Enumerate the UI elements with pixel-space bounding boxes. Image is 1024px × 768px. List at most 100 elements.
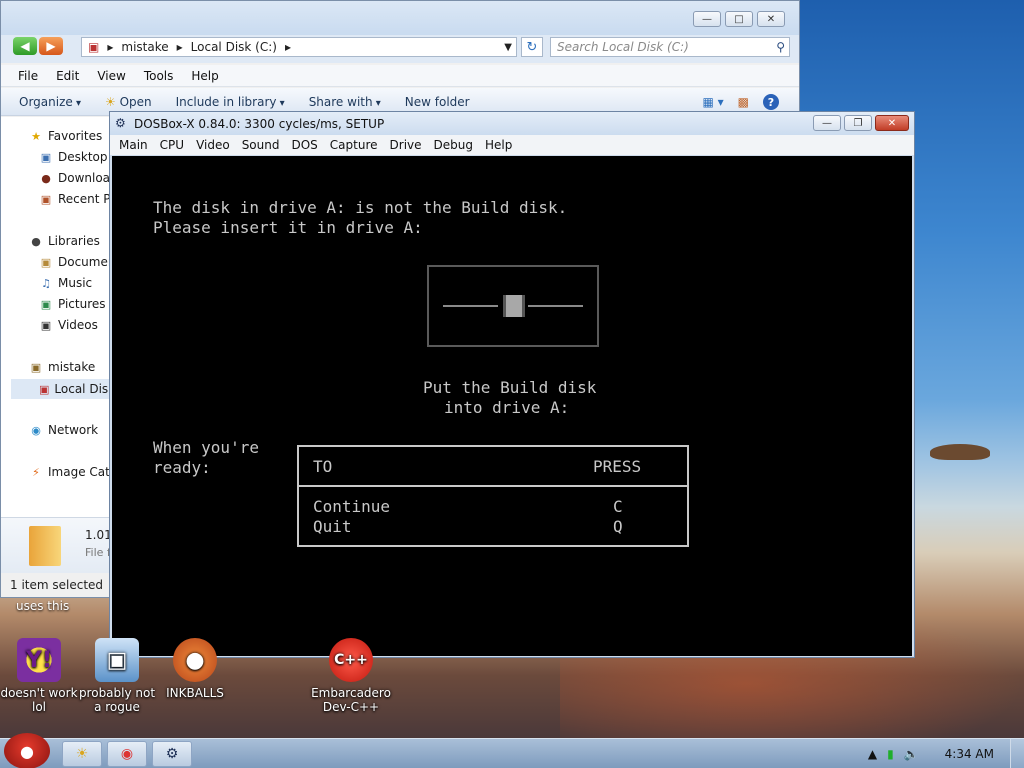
nav-mistake[interactable]: ▣ mistake — [29, 360, 95, 374]
chrome-icon: ◉ — [120, 746, 134, 762]
dos-menu-cpu[interactable]: CPU — [154, 138, 190, 152]
battery-icon[interactable]: ▮ — [887, 747, 894, 761]
search-input[interactable]: Search Local Disk (C:) ⚲ — [550, 37, 790, 57]
dos-menu-capture[interactable]: Capture — [324, 138, 384, 152]
include-in-library-button[interactable]: Include in library — [176, 95, 285, 109]
desktop-icon-rogue-label: probably not a rogue — [78, 686, 156, 714]
view-options-icon[interactable]: ▦ ▾ — [702, 95, 723, 109]
desktop-icon: ▣ — [40, 150, 52, 164]
breadcrumb-separator-icon: ▸ — [176, 40, 183, 54]
new-folder-button[interactable]: New folder — [405, 95, 470, 109]
explorer-titlebar: — □ ✕ — [1, 1, 799, 35]
table-row-continue-action: Continue — [313, 497, 391, 516]
preview-pane-icon[interactable]: ▩ — [738, 95, 749, 109]
nav-network[interactable]: ◉ Network — [29, 423, 98, 437]
menu-tools[interactable]: Tools — [135, 69, 183, 83]
dos-menu-drive[interactable]: Drive — [384, 138, 428, 152]
table-header-to: TO — [313, 457, 333, 476]
show-hidden-icons-icon[interactable]: ▲ — [868, 747, 877, 761]
address-dropdown-icon[interactable]: ▼ — [504, 42, 512, 53]
desktop-icon-devcpp-label: Embarcadero Dev-C++ — [311, 686, 391, 714]
nav-favorites[interactable]: ★ Favorites — [29, 129, 102, 143]
dosbox-icon: ⚙ — [165, 746, 179, 762]
refresh-button[interactable]: ↻ — [521, 37, 543, 57]
nav-local-disk[interactable]: ▣ Local Disk — [11, 379, 116, 399]
details-pane: 1.01 File f — [1, 517, 113, 573]
nav-image-catalog[interactable]: ⚡ Image Cata — [29, 465, 117, 479]
clock[interactable]: 4:34 AM — [945, 747, 994, 761]
menu-file[interactable]: File — [9, 69, 47, 83]
dos-menu-dos[interactable]: DOS — [285, 138, 323, 152]
minimize-button[interactable]: — — [693, 11, 721, 27]
table-row-continue-key: C — [613, 497, 623, 516]
show-desktop-button[interactable] — [1010, 739, 1024, 768]
dos-screen[interactable]: The disk in drive A: is not the Build di… — [112, 156, 912, 656]
nav-pictures[interactable]: ▣ Pictures — [39, 297, 106, 311]
nav-downloads[interactable]: ● Download — [39, 171, 117, 185]
dosbox-title: DOSBox-X 0.84.0: 3300 cycles/ms, SETUP — [134, 116, 385, 131]
desktop-icon-yahoo[interactable]: Y! doesn't work lol — [0, 638, 81, 714]
search-icon[interactable]: ⚲ — [776, 40, 785, 54]
folder-icon — [29, 526, 61, 566]
dos-menu-main[interactable]: Main — [113, 138, 154, 152]
nav-local-disk-label: Local Disk — [54, 382, 116, 396]
nav-videos[interactable]: ▣ Videos — [39, 318, 98, 332]
nav-buttons: ◀ ▶ — [13, 37, 63, 55]
menu-help[interactable]: Help — [182, 69, 227, 83]
table-row-quit-action: Quit — [313, 517, 352, 536]
forward-button[interactable]: ▶ — [39, 37, 63, 55]
documents-icon: ▣ — [40, 255, 52, 269]
nav-libraries-label: Libraries — [48, 234, 100, 248]
nav-libraries[interactable]: ● Libraries — [29, 234, 100, 248]
dos-menu-debug[interactable]: Debug — [428, 138, 479, 152]
menu-view[interactable]: View — [88, 69, 134, 83]
dos-message-line-1: The disk in drive A: is not the Build di… — [153, 198, 568, 217]
nav-desktop-label: Desktop — [58, 150, 108, 164]
start-button[interactable]: ● — [4, 733, 50, 768]
drive-slot-right — [528, 305, 583, 307]
taskbar-chrome-button[interactable]: ◉ — [107, 741, 147, 767]
nav-desktop[interactable]: ▣ Desktop — [39, 150, 108, 164]
address-bar[interactable]: ▣ ▸ mistake ▸ Local Disk (C:) ▸ ▼ — [81, 37, 517, 57]
dosbox-minimize-button[interactable]: — — [813, 115, 841, 131]
help-icon[interactable]: ? — [763, 94, 779, 110]
close-button[interactable]: ✕ — [757, 11, 785, 27]
volume-icon[interactable]: 🔈 — [904, 747, 919, 761]
organize-button[interactable]: Organize — [19, 95, 81, 109]
nav-pictures-label: Pictures — [58, 297, 106, 311]
desktop-icon-rogue[interactable]: ▣ probably not a rogue — [75, 638, 159, 714]
key-options-table: TO PRESS Continue C Quit Q — [297, 445, 689, 547]
dos-menu-video[interactable]: Video — [190, 138, 236, 152]
nav-videos-label: Videos — [58, 318, 98, 332]
desktop-icon-inkballs[interactable]: ● INKBALLS — [153, 638, 237, 700]
nav-documents[interactable]: ▣ Documen — [39, 255, 116, 269]
image-catalog-icon: ⚡ — [32, 465, 40, 479]
dos-menu-help[interactable]: Help — [479, 138, 518, 152]
share-with-button[interactable]: Share with — [309, 95, 381, 109]
dosbox-close-button[interactable]: ✕ — [875, 115, 909, 131]
nav-recent[interactable]: ▣ Recent Pl — [39, 192, 114, 206]
taskbar-explorer-button[interactable]: ☀ — [62, 741, 102, 767]
menu-edit[interactable]: Edit — [47, 69, 88, 83]
nav-music-label: Music — [58, 276, 93, 290]
back-button[interactable]: ◀ — [13, 37, 37, 55]
taskbar-dosbox-button[interactable]: ⚙ — [152, 741, 192, 767]
dosbox-app-icon[interactable]: ⚙ — [115, 116, 130, 131]
nav-music[interactable]: ♫ Music — [39, 276, 92, 290]
explorer-menubar: File Edit View Tools Help — [1, 65, 799, 87]
dos-menu-sound[interactable]: Sound — [236, 138, 286, 152]
libraries-icon: ● — [31, 234, 41, 248]
desktop-label-uses-this: uses this — [16, 599, 70, 613]
breadcrumb-mistake[interactable]: mistake — [121, 40, 168, 54]
open-icon: ☀ — [104, 94, 116, 109]
desktop-icon-devcpp[interactable]: C++ Embarcadero Dev-C++ — [309, 638, 393, 714]
maximize-button[interactable]: □ — [725, 11, 753, 27]
dosbox-restore-button[interactable]: ❐ — [844, 115, 872, 131]
nav-recent-label: Recent Pl — [58, 192, 114, 206]
rock-decoration — [930, 444, 990, 460]
dos-message-line-2: Please insert it in drive A: — [153, 218, 423, 237]
breadcrumb-local-disk[interactable]: Local Disk (C:) — [191, 40, 277, 54]
status-bar: 1 item selected — [1, 573, 113, 597]
open-button[interactable]: ☀ Open — [105, 95, 152, 109]
drive-latch — [503, 295, 525, 317]
